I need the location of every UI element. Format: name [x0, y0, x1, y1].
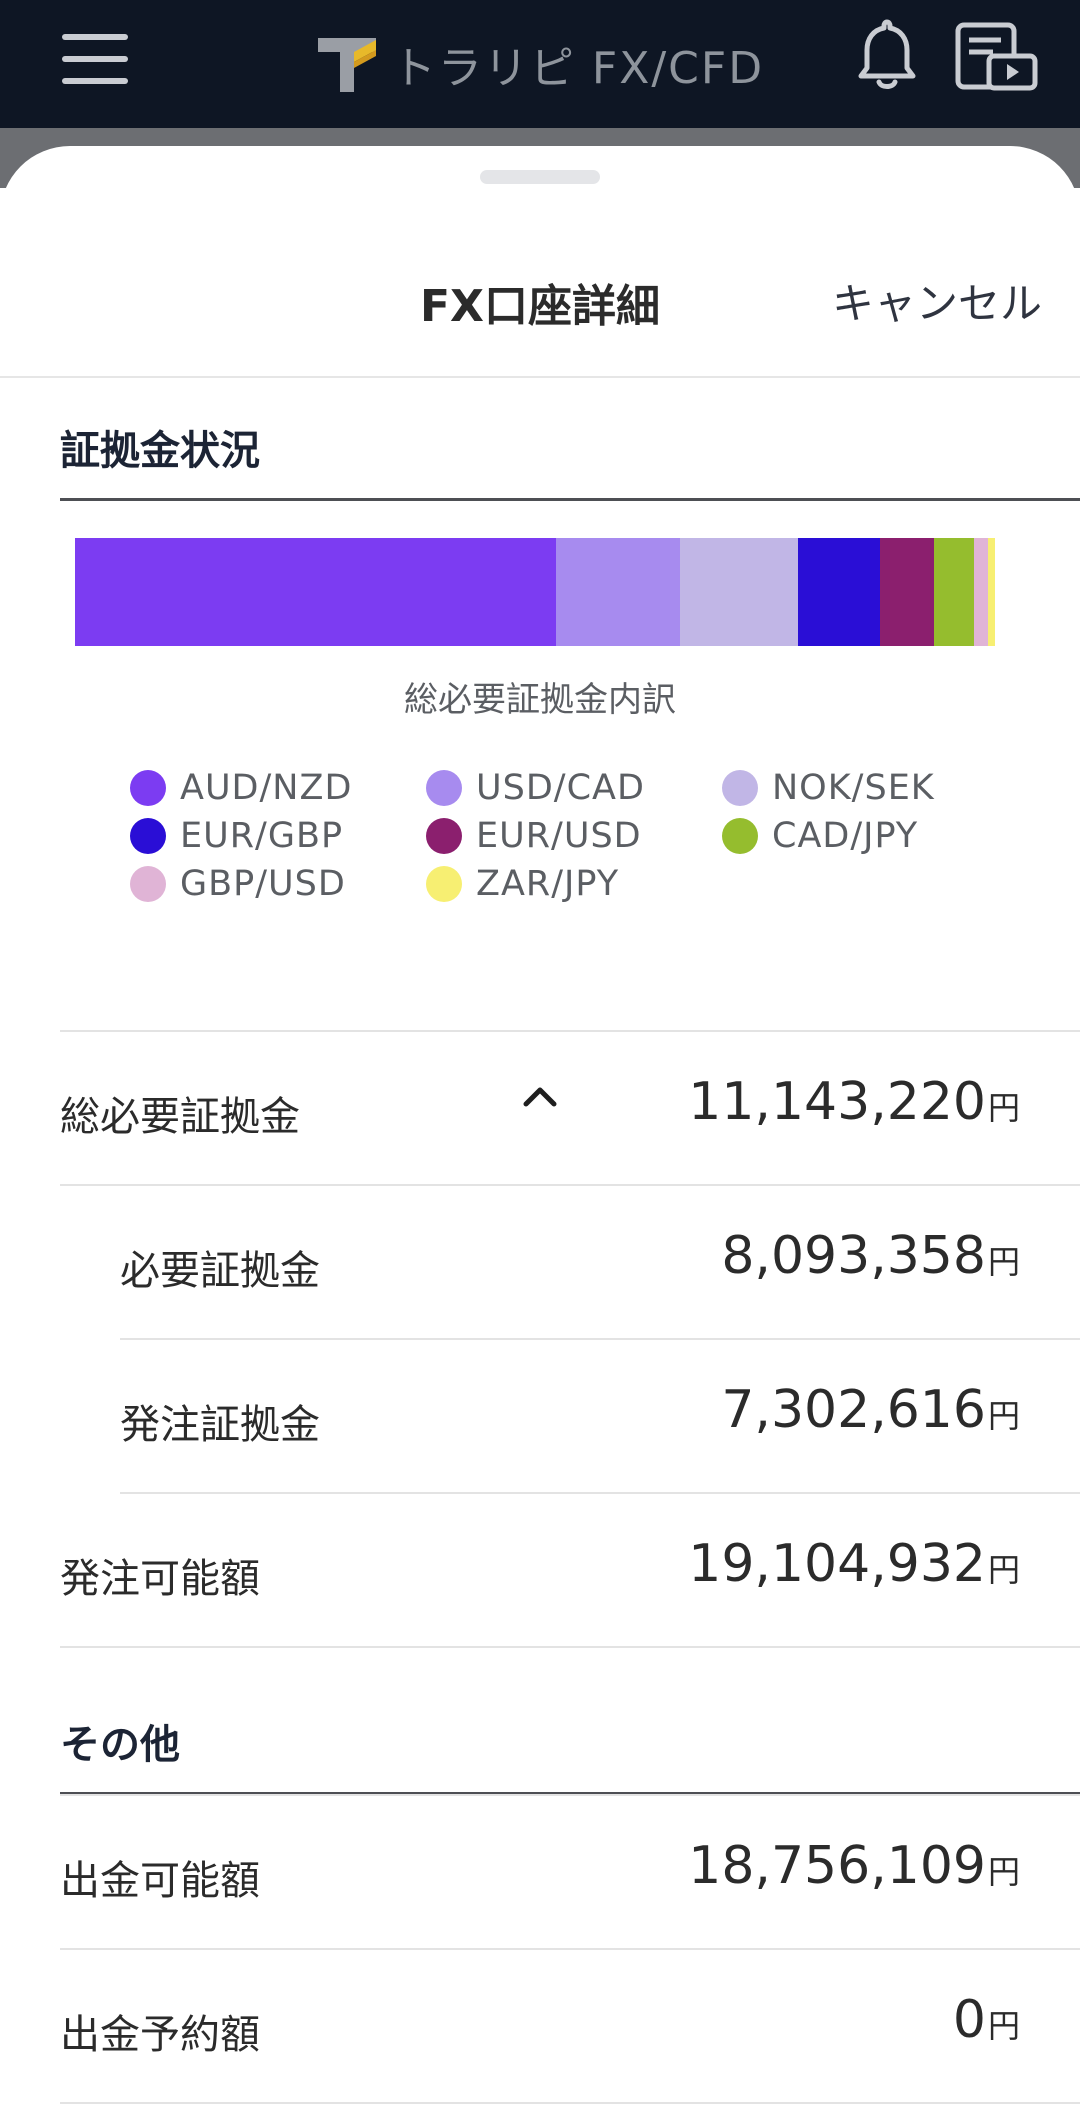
divider	[0, 376, 1080, 378]
bar-segment-gbp-usd	[973, 538, 988, 646]
row-divider	[120, 1492, 1080, 1494]
row-divider	[60, 1030, 1080, 1032]
row-value: 11,143,220円	[688, 1072, 1020, 1132]
legend-item: GBP/USD	[130, 864, 346, 904]
bar-segment-eur-gbp	[798, 538, 880, 646]
currency-unit: 円	[987, 1853, 1020, 1891]
amount: 0	[952, 1990, 986, 2050]
sheet-grabber[interactable]	[480, 170, 600, 184]
brand-mark-icon	[317, 38, 376, 92]
margin-breakdown-bar	[75, 538, 995, 646]
legend-color-dot	[426, 866, 462, 902]
row-divider	[60, 1646, 1080, 1648]
currency-unit: 円	[987, 1397, 1020, 1435]
row-divider	[60, 1184, 1080, 1186]
row-label: 出金可能額	[60, 1858, 260, 1904]
row-value: 8,093,358円	[721, 1226, 1020, 1286]
currency-unit: 円	[987, 2007, 1020, 2045]
brand-name: トラリピ FX/CFD	[391, 43, 765, 94]
legend-item: EUR/USD	[426, 816, 642, 856]
legend-label: USD/CAD	[476, 768, 645, 808]
currency-unit: 円	[987, 1089, 1020, 1127]
legend-color-dot	[426, 818, 462, 854]
bar-segment-cad-jpy	[934, 538, 974, 646]
row-label: 出金予約額	[60, 2012, 260, 2058]
legend-item: CAD/JPY	[722, 816, 918, 856]
row-divider	[120, 1338, 1080, 1340]
document-play-icon[interactable]	[955, 22, 1039, 92]
currency-unit: 円	[987, 1551, 1020, 1589]
section-title-margin: 証拠金状況	[60, 428, 260, 474]
legend-color-dot	[722, 818, 758, 854]
row-value: 19,104,932円	[688, 1534, 1020, 1594]
row-divider	[60, 2102, 1080, 2104]
legend-label: GBP/USD	[180, 864, 346, 904]
legend-color-dot	[426, 770, 462, 806]
amount: 18,756,109	[688, 1836, 986, 1896]
legend-item: EUR/GBP	[130, 816, 343, 856]
row-value: 18,756,109円	[688, 1836, 1020, 1896]
row-value: 0円	[953, 1990, 1020, 2050]
amount: 7,302,616	[721, 1380, 986, 1440]
legend-item: ZAR/JPY	[426, 864, 619, 904]
legend-label: CAD/JPY	[772, 816, 919, 856]
bar-segment-nok-sek	[680, 538, 799, 646]
bar-segment-usd-cad	[556, 538, 681, 646]
brand-logo: トラリピ FX/CFD	[314, 32, 764, 96]
breakdown-caption: 総必要証拠金内訳	[404, 680, 676, 720]
account-detail-sheet: FX口座詳細 キャンセル 証拠金状況 総必要証拠金内訳 AUD/NZD USD/C…	[0, 146, 1080, 2122]
legend-color-dot	[130, 818, 166, 854]
bar-segment-zar-jpy	[987, 538, 995, 646]
legend-item: USD/CAD	[426, 768, 645, 808]
cancel-button[interactable]: キャンセル	[832, 270, 1042, 331]
legend-item: AUD/NZD	[130, 768, 352, 808]
row-value: 7,302,616円	[721, 1380, 1020, 1440]
app-header: トラリピ FX/CFD	[0, 0, 1080, 128]
legend-label: EUR/USD	[476, 816, 642, 856]
bar-segment-aud-nzd	[75, 538, 557, 646]
legend-color-dot	[722, 770, 758, 806]
row-divider	[60, 1948, 1080, 1950]
legend-label: ZAR/JPY	[476, 864, 620, 904]
row-label: 発注証拠金	[120, 1402, 320, 1448]
bell-icon[interactable]	[855, 18, 919, 92]
legend-label: EUR/GBP	[180, 816, 344, 856]
row-divider	[60, 1794, 1080, 1796]
section-divider	[60, 498, 1080, 501]
row-label: 必要証拠金	[120, 1248, 320, 1294]
row-label: 総必要証拠金	[60, 1094, 300, 1140]
currency-unit: 円	[987, 1243, 1020, 1281]
amount: 11,143,220	[688, 1072, 986, 1132]
amount: 19,104,932	[688, 1534, 986, 1594]
legend-label: AUD/NZD	[180, 768, 353, 808]
chevron-up-icon[interactable]	[522, 1084, 558, 1108]
row-label: 発注可能額	[60, 1556, 260, 1602]
legend-item: NOK/SEK	[722, 768, 935, 808]
bar-segment-eur-usd	[879, 538, 935, 646]
legend-label: NOK/SEK	[772, 768, 935, 808]
amount: 8,093,358	[721, 1226, 986, 1286]
hamburger-menu-icon[interactable]	[62, 34, 128, 84]
legend-color-dot	[130, 866, 166, 902]
section-title-other: その他	[60, 1722, 180, 1768]
legend-color-dot	[130, 770, 166, 806]
